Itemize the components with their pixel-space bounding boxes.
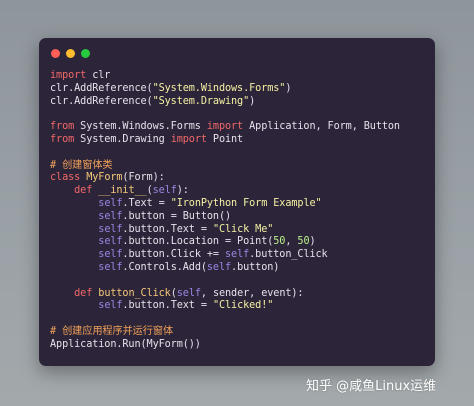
window-controls bbox=[51, 49, 90, 58]
code-line: clr.AddReference("System.Drawing") bbox=[50, 96, 400, 109]
code-line: import clr bbox=[50, 70, 400, 83]
code-line: self.button.Location = Point(50, 50) bbox=[50, 236, 400, 249]
code-window: import clr clr.AddReference("System.Windo… bbox=[39, 38, 435, 366]
code-token: Application.Run(MyForm()) bbox=[50, 338, 201, 350]
code-line: from System.Drawing import Point bbox=[50, 134, 400, 147]
code-token: System.Windows.Forms bbox=[74, 121, 207, 133]
code-line: def __init__(self): bbox=[50, 185, 400, 198]
code-token: clr.AddReference( bbox=[50, 95, 153, 107]
code-token: ) bbox=[249, 95, 256, 107]
code-line: self.button.Text = "Click Me" bbox=[50, 224, 400, 237]
code-token: import bbox=[206, 121, 244, 133]
code-line: self.Text = "IronPython Form Example" bbox=[50, 198, 400, 211]
watermark-text: 知乎 @咸鱼Linux运维 bbox=[306, 379, 437, 394]
code-token: self bbox=[225, 249, 250, 261]
code-token: .button.Text = bbox=[122, 300, 213, 312]
code-line: # 创建应用程序并运行窗体 bbox=[50, 326, 400, 339]
code-token: 50 bbox=[297, 236, 310, 248]
code-token: self bbox=[98, 261, 123, 273]
code-token: self bbox=[98, 223, 123, 235]
code-token: from bbox=[50, 121, 75, 133]
code-token: 50 bbox=[273, 236, 286, 248]
code-token: "Clicked!" bbox=[212, 300, 274, 312]
code-token: "Click Me" bbox=[212, 223, 274, 235]
code-block: import clr clr.AddReference("System.Windo… bbox=[50, 70, 400, 352]
code-token: button_Click bbox=[98, 287, 171, 299]
code-token: .button.Text = bbox=[122, 223, 213, 235]
code-token: class bbox=[50, 172, 81, 184]
code-token: clr bbox=[86, 70, 111, 81]
code-token: self bbox=[98, 300, 123, 312]
code-token: ) bbox=[309, 236, 316, 248]
code-token: "System.Drawing" bbox=[152, 95, 250, 107]
code-line: self.button = Button() bbox=[50, 211, 400, 224]
code-token: , bbox=[285, 236, 298, 248]
code-token: self bbox=[152, 185, 177, 197]
code-token: System.Drawing bbox=[74, 133, 171, 145]
code-token: self bbox=[98, 210, 123, 222]
code-line: clr.AddReference("System.Windows.Forms") bbox=[50, 83, 400, 96]
code-token: # 创建应用程序并运行窗体 bbox=[50, 325, 174, 337]
code-line: class MyForm(Form): bbox=[50, 172, 400, 185]
code-token: ) bbox=[285, 82, 292, 94]
code-token: self bbox=[98, 249, 123, 261]
code-token: __init__ bbox=[98, 185, 147, 197]
code-token: from bbox=[50, 133, 75, 145]
code-token: MyForm bbox=[86, 172, 123, 184]
code-token: ): bbox=[176, 185, 189, 197]
code-token: # 创建窗体类 bbox=[50, 159, 113, 171]
code-token: def bbox=[74, 185, 93, 197]
code-token: "System.Windows.Forms" bbox=[152, 82, 286, 94]
code-token: .button) bbox=[231, 261, 280, 273]
close-button[interactable] bbox=[51, 49, 60, 58]
code-token: (Form): bbox=[122, 172, 165, 184]
code-token: .button = Button() bbox=[122, 210, 232, 222]
code-token: self bbox=[176, 287, 201, 299]
code-line: def button_Click(self, sender, event): bbox=[50, 288, 400, 301]
code-token: import bbox=[50, 70, 87, 81]
code-line: Application.Run(MyForm()) bbox=[50, 339, 400, 352]
code-token: .button.Click += bbox=[122, 249, 225, 261]
code-token: self bbox=[206, 261, 232, 273]
code-token: , sender, event): bbox=[200, 287, 304, 299]
code-line: from System.Windows.Forms import Applica… bbox=[50, 121, 400, 134]
maximize-button[interactable] bbox=[81, 49, 90, 58]
code-token: Application, Form, Button bbox=[243, 121, 400, 133]
code-token: Point bbox=[206, 133, 244, 145]
code-token: clr.AddReference( bbox=[50, 82, 153, 94]
code-token: .button_Click bbox=[249, 249, 328, 261]
code-token: .Text = bbox=[122, 197, 171, 209]
code-line: self.button.Text = "Clicked!" bbox=[50, 300, 400, 313]
code-line: self.button.Click += self.button_Click bbox=[50, 249, 400, 262]
code-token: .button.Location = Point( bbox=[122, 236, 274, 248]
code-token: self bbox=[98, 197, 123, 209]
code-line: # 创建窗体类 bbox=[50, 160, 400, 173]
code-token: .Controls.Add( bbox=[122, 261, 207, 273]
code-token: import bbox=[170, 133, 207, 145]
code-line: self.Controls.Add(self.button) bbox=[50, 262, 400, 275]
code-token: self bbox=[98, 236, 123, 248]
minimize-button[interactable] bbox=[66, 49, 75, 58]
code-token: "IronPython Form Example" bbox=[170, 197, 322, 209]
code-token: def bbox=[74, 287, 93, 299]
